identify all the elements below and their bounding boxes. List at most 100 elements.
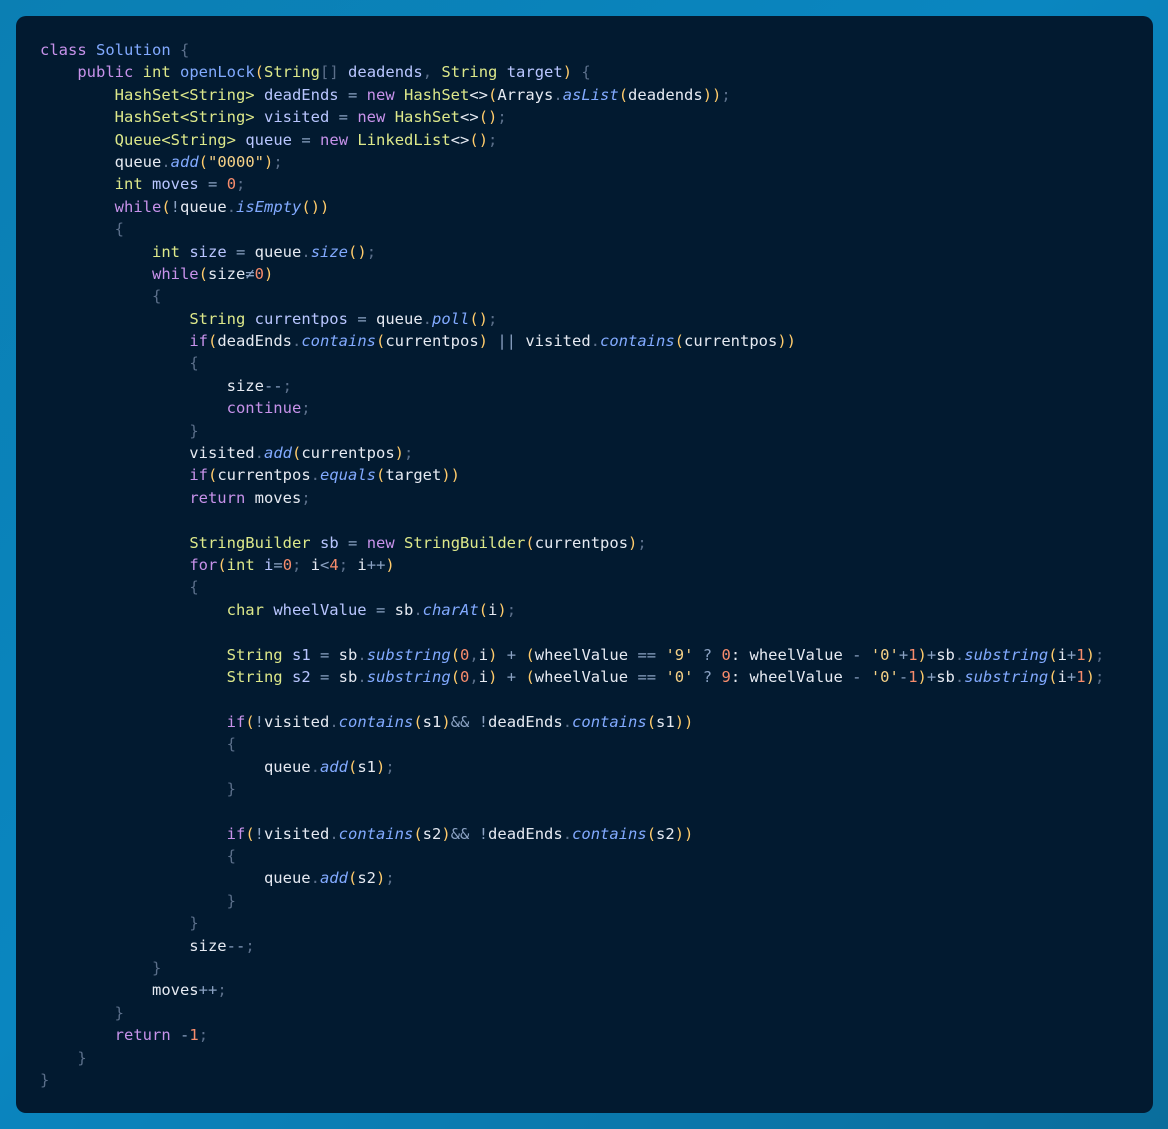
code-line: if(currentpos.equals(target)): [40, 464, 1153, 486]
code-token-ident: [40, 466, 189, 484]
code-line: if(deadEnds.contains(currentpos) || visi…: [40, 330, 1153, 352]
code-token-type: StringBuilder: [189, 533, 311, 552]
code-line: continue;: [40, 397, 1153, 419]
code-token-ident: [283, 668, 292, 686]
code-token-num: 0: [460, 667, 470, 686]
code-token-ident: [87, 41, 96, 59]
code-token-method: substring: [366, 667, 451, 686]
code-token-brace: {: [226, 735, 236, 754]
code-line: size--;: [40, 935, 1153, 957]
code-token-ident: [40, 287, 152, 305]
code-token-ident: Arrays: [497, 85, 554, 104]
code-token-brace: }: [226, 891, 236, 910]
code-token-ident: [40, 825, 227, 843]
code-line: int size = queue.size();: [40, 241, 1153, 263]
code-token-punct: ;: [385, 869, 395, 888]
code-token-ident: sb: [936, 667, 955, 686]
code-token-ident: wheelValue: [534, 645, 638, 664]
code-window: class Solution { public int openLock(Str…: [16, 16, 1153, 1113]
code-token-punct: ,: [422, 63, 433, 82]
code-token-ident: sb: [329, 645, 358, 664]
code-token-op: +: [506, 645, 517, 664]
code-token-op: +: [926, 645, 937, 664]
code-token-ident: [171, 1026, 180, 1044]
code-token-ident: [395, 86, 404, 104]
code-token-punct: ;: [236, 175, 246, 194]
code-token-punct: ;: [1094, 645, 1105, 664]
code-token-ident: <>: [469, 85, 489, 104]
code-block[interactable]: class Solution { public int openLock(Str…: [40, 39, 1153, 1091]
code-token-char: '0': [665, 667, 694, 686]
code-token-method: substring: [964, 645, 1049, 664]
code-line: HashSet<String> visited = new HashSet<>(…: [40, 106, 1153, 128]
code-line: }: [40, 420, 1153, 442]
code-token-method: contains: [600, 332, 675, 351]
code-token-ident: i: [478, 667, 489, 686]
code-token-paren: (): [348, 242, 367, 261]
code-token-ident: [40, 63, 77, 81]
code-token-ident: queue: [245, 242, 302, 261]
code-token-ident: [264, 601, 273, 619]
code-token-op: +: [898, 645, 909, 664]
code-token-paren: (: [450, 667, 461, 686]
code-token-punct: ;: [282, 376, 292, 395]
code-token-num: 1: [1076, 645, 1086, 664]
code-token-paren: (: [1048, 645, 1058, 664]
code-line: int moves = 0;: [40, 173, 1153, 195]
code-token-ident: s2: [422, 824, 442, 843]
code-token-type: String: [441, 63, 498, 82]
code-token-punct: .: [954, 645, 965, 664]
code-token-punct: ;: [301, 399, 311, 418]
code-token-type: HashSet: [394, 108, 461, 127]
code-line: {: [40, 285, 1153, 307]
code-token-ident: [40, 534, 189, 552]
code-token-ident: [40, 713, 227, 731]
code-line: String currentpos = queue.poll();: [40, 308, 1153, 330]
code-token-ident: [236, 131, 245, 149]
code-line: String s2 = sb.substring(0,i) + (wheelVa…: [40, 666, 1153, 688]
code-token-punct: .: [413, 600, 423, 619]
code-token-paren: ): [917, 645, 927, 664]
code-token-ident: [357, 86, 366, 104]
code-token-ident: [311, 668, 320, 686]
code-line: }: [40, 1002, 1153, 1024]
code-token-num: 1: [189, 1026, 199, 1045]
code-token-ident: size: [208, 264, 246, 283]
code-token-brace: }: [189, 421, 199, 440]
code-token-punct: ;: [721, 85, 731, 104]
code-token-ident: queue: [180, 197, 227, 216]
code-token-num: 0: [254, 264, 265, 283]
code-token-ident: [245, 310, 254, 328]
code-token-op: =: [347, 85, 358, 104]
code-token-op: -: [898, 667, 909, 686]
code-token-punct: .: [329, 712, 339, 731]
code-line: for(int i=0; i<4; i++): [40, 554, 1153, 576]
code-token-paren: (: [674, 332, 685, 351]
code-line: {: [40, 576, 1153, 598]
code-token-keyword: new: [357, 108, 386, 127]
code-token-type: int: [142, 63, 171, 82]
code-token-paren: ): [385, 555, 395, 574]
code-token-method: contains: [338, 824, 414, 843]
code-token-ident: visited: [516, 332, 591, 351]
code-token-op: =: [208, 175, 218, 194]
code-token-keyword: new: [366, 85, 395, 104]
code-token-var: moves: [152, 175, 199, 194]
code-token-ident: [217, 175, 226, 193]
code-token-ident: [40, 892, 227, 910]
code-token-ident: [40, 601, 227, 619]
code-token-method: contains: [338, 712, 414, 731]
code-token-ident: [488, 332, 497, 350]
code-token-paren: (: [347, 869, 358, 888]
code-token-punct: .: [590, 332, 601, 351]
code-token-punct: []: [320, 63, 339, 82]
code-token-op: -: [852, 645, 862, 664]
code-token-string: "0000": [208, 152, 265, 171]
code-token-paren: ): [562, 63, 573, 82]
code-line: while(size≠0): [40, 263, 1153, 285]
code-token-method: contains: [572, 712, 647, 731]
code-token-ident: [339, 63, 348, 81]
code-token-var: sb: [319, 533, 339, 552]
code-token-num: 0: [721, 645, 731, 664]
code-token-ident: [283, 646, 292, 664]
